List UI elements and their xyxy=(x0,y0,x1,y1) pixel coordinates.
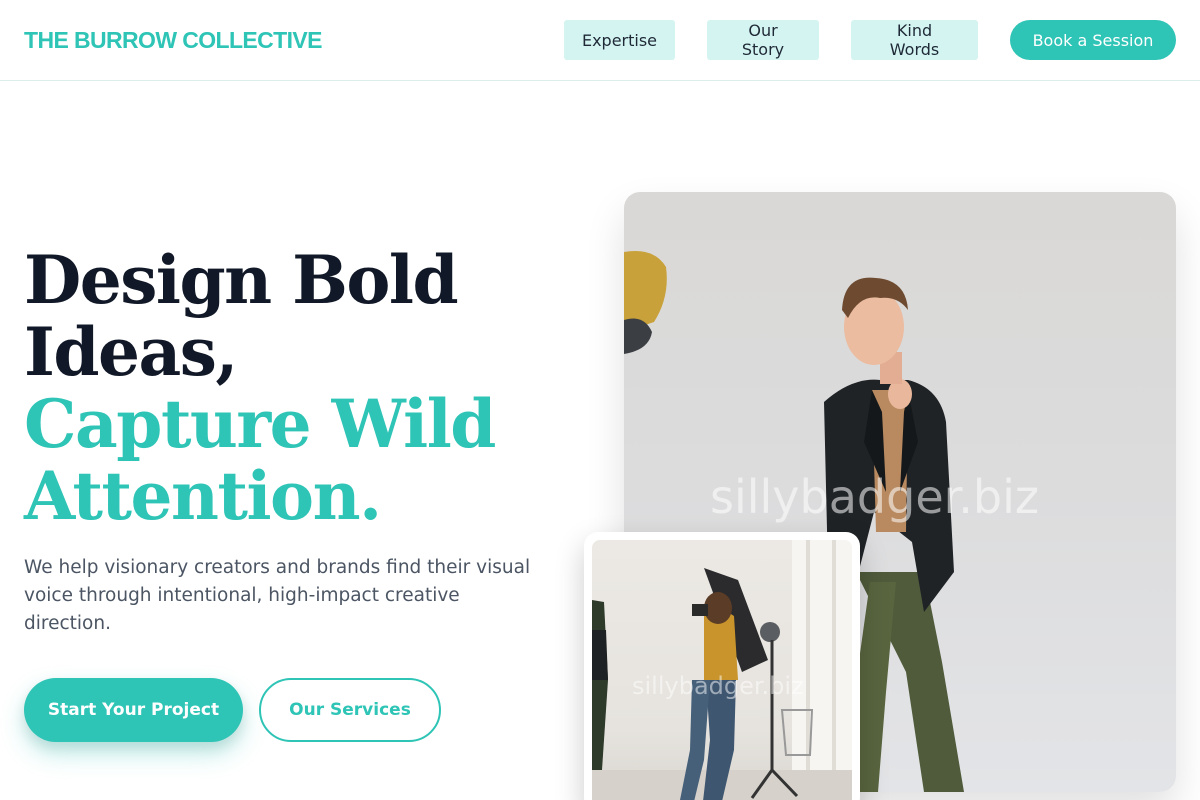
nav-item-our-story[interactable]: Our Story xyxy=(707,20,819,60)
brand-logo[interactable]: THE BURROW COLLECTIVE xyxy=(24,27,322,54)
site-header: THE BURROW COLLECTIVE Expertise Our Stor… xyxy=(0,0,1200,81)
inset-photo-watermark: sillybadger.biz xyxy=(632,672,804,700)
nav-item-kind-words[interactable]: Kind Words xyxy=(851,20,978,60)
photographer-illustration xyxy=(592,540,852,800)
hero-inset-photo: sillybadger.biz xyxy=(592,540,852,800)
start-project-button[interactable]: Start Your Project xyxy=(24,678,243,742)
hero-subtext: We help visionary creators and brands fi… xyxy=(24,557,531,634)
headline-accent-line-1: Capture Wild xyxy=(24,385,496,463)
headline-line-1: Design Bold xyxy=(24,241,459,319)
book-session-button[interactable]: Book a Session xyxy=(1010,20,1176,60)
hero-headline: Design Bold Ideas, Capture Wild Attentio… xyxy=(24,244,584,532)
our-services-button[interactable]: Our Services xyxy=(259,678,441,742)
nav-item-expertise[interactable]: Expertise xyxy=(564,20,675,60)
headline-line-2: Ideas, xyxy=(24,313,238,391)
headline-accent-line-2: Attention. xyxy=(24,457,382,535)
hero-inset-photo-card: sillybadger.biz xyxy=(584,532,860,800)
main-photo-watermark: sillybadger.biz xyxy=(710,470,1040,524)
